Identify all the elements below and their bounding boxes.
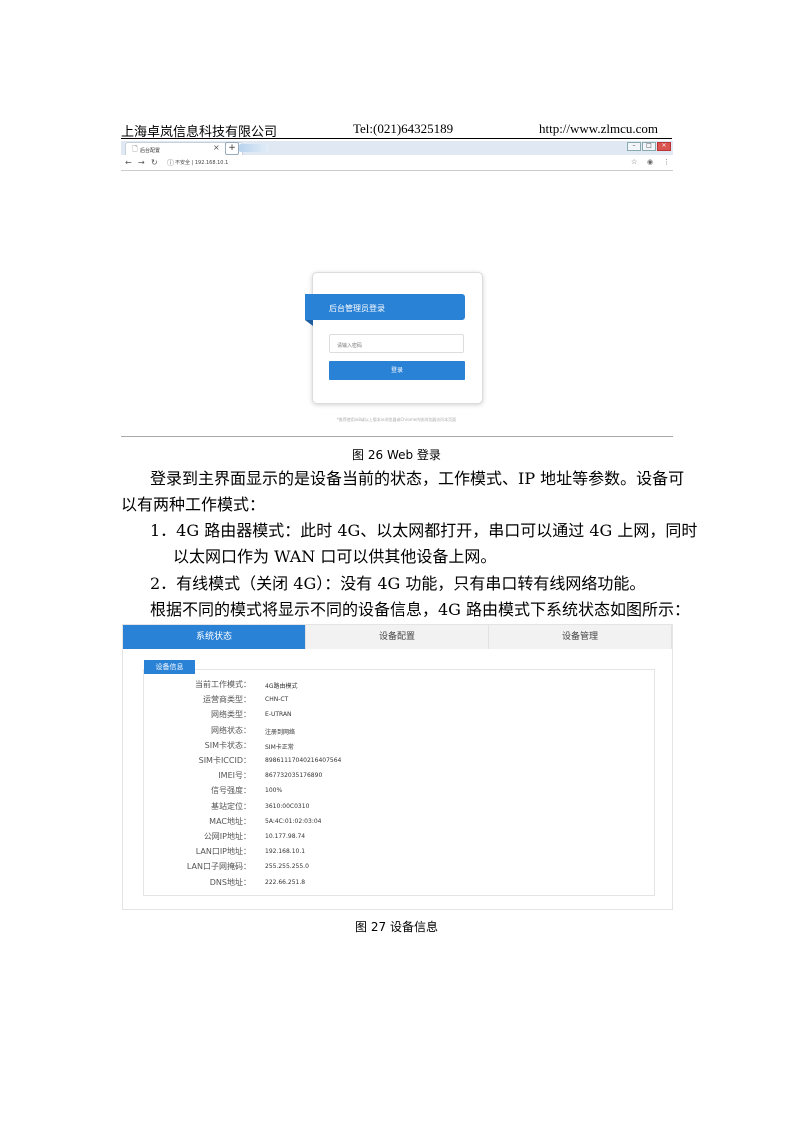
list-item-2: 2．有线模式（关闭 4G）：没有 4G 功能，只有串口转有线网络功能。	[150, 574, 646, 593]
row-label: SIM卡ICCID：	[198, 756, 251, 765]
header-tel: Tel:(021)64325189	[353, 121, 454, 136]
row-value: 255.255.255.0	[265, 863, 309, 871]
tab-strip: 🗋 后台配置 × + – □ ×	[121, 141, 673, 156]
row-value: 192.168.10.1	[265, 848, 306, 856]
row-label: 网络状态：	[211, 725, 251, 735]
row-label: MAC地址：	[209, 816, 251, 826]
separator-line	[121, 436, 673, 437]
row-value: SIM卡正常	[265, 743, 294, 751]
row-value: 注册到网络	[265, 728, 296, 736]
row-value: 4G路由模式	[265, 683, 298, 690]
ribbon-fold	[305, 320, 313, 326]
table-row: 运营商类型： CHN-CT	[143, 694, 643, 709]
login-card: 后台管理员登录 请输入密码 登录	[305, 272, 483, 404]
table-row: LAN口IP地址： 192.168.10.1	[143, 846, 643, 861]
figure-27-caption: 图 27 设备信息	[355, 920, 438, 934]
table-row: LAN口子网掩码： 255.255.255.0	[143, 861, 643, 876]
back-arrow-icon[interactable]: ←	[125, 158, 132, 167]
row-value: 100%	[265, 787, 283, 795]
device-info-legend: 设备信息	[144, 660, 195, 674]
figure-26-caption: 图 26 Web 登录	[352, 448, 441, 462]
paragraph-1-line-1: 登录到主界面显示的是设备当前的状态，工作模式、IP 地址等参数。设备可	[150, 469, 685, 488]
list-item-1-line-2: 以太网口作为 WAN 口可以供其他设备上网。	[173, 547, 497, 566]
tab-title: 后台配置	[140, 148, 161, 154]
row-label: 基站定位：	[211, 801, 251, 811]
login-button[interactable]: 登录	[329, 361, 465, 380]
address-bar: ← → ↻ ⓘ 不安全 | 192.168.10.1 ☆ ◉ ⋮	[121, 155, 673, 171]
table-row: SIM卡状态： SIM卡正常	[143, 740, 643, 755]
table-row: MAC地址： 5A:4C:01:02:03:04	[143, 816, 643, 831]
row-label: 网络类型：	[211, 710, 251, 720]
tab-device-management[interactable]: 设备管理	[489, 625, 672, 649]
url-field[interactable]: 不安全 | 192.168.10.1	[175, 159, 228, 166]
window-controls: – □ ×	[627, 142, 671, 151]
row-value: E-UTRAN	[265, 711, 292, 719]
row-value: 867732035176890	[265, 772, 323, 780]
row-label: 运营商类型：	[203, 695, 251, 705]
row-label: LAN口IP地址：	[195, 847, 251, 857]
password-input[interactable]: 请输入密码	[329, 334, 464, 353]
paragraph-2: 根据不同的模式将显示不同的设备信息，4G 路由模式下系统状态如图所示：	[150, 600, 691, 619]
row-value: 3610:00C0310	[265, 802, 310, 810]
info-icon: ⓘ	[167, 159, 174, 167]
maximize-icon[interactable]: □	[642, 142, 656, 151]
row-label: DNS地址：	[209, 877, 251, 887]
table-row: 公网IP地址： 10.177.98.74	[143, 831, 643, 846]
table-row: DNS地址： 222.66.251.8	[143, 877, 643, 892]
header-company: 上海卓岚信息科技有限公司	[121, 124, 278, 139]
reload-icon[interactable]: ↻	[151, 158, 158, 167]
row-label: 公网IP地址：	[203, 832, 251, 841]
page-header: 上海卓岚信息科技有限公司 Tel:(021)64325189 http://ww…	[121, 120, 672, 139]
table-row: 基站定位： 3610:00C0310	[143, 801, 643, 816]
tab-device-config[interactable]: 设备配置	[306, 625, 489, 649]
row-label: IMEI号：	[218, 771, 251, 781]
row-value: 89861117040216407564	[265, 757, 342, 764]
minimize-icon[interactable]: –	[627, 142, 641, 151]
list-item-1-line-1: 1．4G 路由器模式：此时 4G、以太网都打开，串口可以通过 4G 上网，同时	[150, 521, 698, 540]
tab-system-status[interactable]: 系统状态	[123, 625, 306, 649]
row-label: 当前工作模式：	[195, 680, 251, 689]
device-info-screenshot: 系统状态 设备配置 设备管理 设备信息 当前工作模式： 4G路由模式运营商类型： C…	[122, 624, 673, 910]
new-tab-button[interactable]: +	[225, 142, 239, 155]
row-label: SIM卡状态：	[204, 740, 251, 750]
device-tabs: 系统状态 设备配置 设备管理	[123, 625, 672, 649]
row-label: LAN口子网掩码：	[186, 862, 251, 872]
row-value: 222.66.251.8	[265, 878, 306, 886]
login-note: *推荐使用ie8或以上版本ie浏览器或Chrome内核浏览器访问本页面	[336, 417, 457, 422]
menu-dots-icon[interactable]: ⋮	[663, 158, 670, 166]
row-value: CHN-CT	[265, 696, 289, 704]
tab-decoration	[239, 144, 269, 152]
browser-screenshot: 🗋 后台配置 × + – □ × ← → ↻ ⓘ 不安全 | 192.168.1…	[121, 141, 673, 171]
star-icon[interactable]: ☆	[631, 158, 637, 166]
row-label: 信号强度：	[211, 786, 251, 796]
row-value: 10.177.98.74	[265, 833, 306, 840]
login-title-ribbon: 后台管理员登录	[305, 294, 465, 320]
forward-arrow-icon[interactable]: →	[138, 158, 145, 167]
profile-icon[interactable]: ◉	[647, 158, 653, 166]
table-row: SIM卡ICCID： 89861117040216407564	[143, 755, 643, 770]
table-row: 网络类型： E-UTRAN	[143, 709, 643, 724]
window-close-icon[interactable]: ×	[657, 142, 671, 151]
header-url: http://www.zlmcu.com	[538, 121, 658, 136]
table-row: IMEI号： 867732035176890	[143, 770, 643, 785]
login-title: 后台管理员登录	[329, 304, 385, 313]
row-value: 5A:4C:01:02:03:04	[265, 817, 322, 825]
paragraph-1-line-2: 以有两种工作模式：	[121, 495, 266, 514]
table-row: 信号强度： 100%	[143, 785, 643, 800]
tab-close-icon[interactable]: ×	[213, 143, 220, 152]
table-row: 网络状态： 注册到网络	[143, 725, 643, 740]
table-row: 当前工作模式： 4G路由模式	[143, 679, 643, 694]
